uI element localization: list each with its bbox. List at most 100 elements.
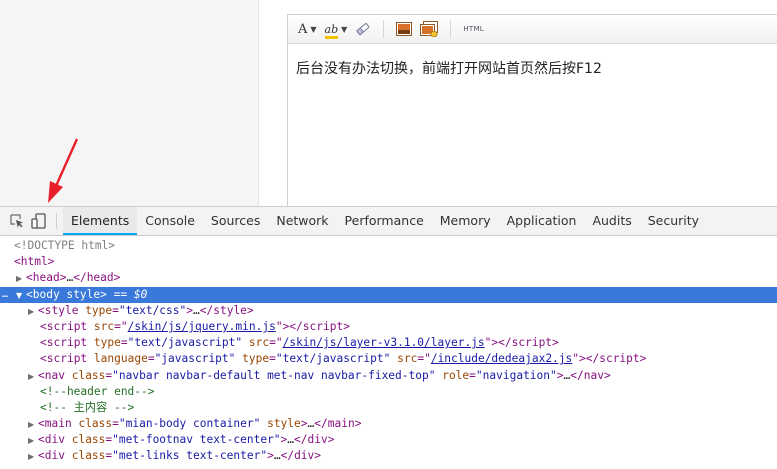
tab-audits[interactable]: Audits — [584, 207, 639, 235]
toolbar-separator — [383, 20, 385, 38]
multi-image-icon — [420, 21, 439, 37]
chevron-down-icon: ▼ — [310, 24, 317, 34]
tab-application[interactable]: Application — [499, 207, 585, 235]
attr-name: class — [71, 368, 106, 382]
devtools-panel: Elements Console Sources Network Perform… — [0, 206, 777, 469]
insert-multi-image-button[interactable] — [418, 19, 440, 39]
div-tag-name: div — [307, 433, 328, 447]
tab-performance[interactable]: Performance — [337, 207, 432, 235]
script-tag-name: script — [302, 319, 344, 333]
dom-node-nav[interactable]: ▶ <nav class="navbar navbar-default met-n… — [0, 368, 777, 384]
attr-value: "mian-body container" — [118, 417, 261, 431]
expand-triangle-icon[interactable]: ▶ — [28, 369, 38, 385]
dom-node-script-layer[interactable]: <script type="text/javascript" src="/ski… — [0, 335, 777, 351]
dom-node-script-dedeajax[interactable]: <script language="javascript" type="text… — [0, 351, 777, 367]
attr-value: "text/css" — [118, 303, 187, 317]
dom-node-comment-main-content[interactable]: <!-- 主内容 --> — [0, 400, 777, 416]
collapsed-ellipsis: … — [193, 303, 200, 317]
dom-node-body[interactable]: … ▼ <body style> == $0 — [0, 286, 777, 304]
eraser-icon — [356, 23, 370, 36]
highlight-button[interactable]: ab ▼ — [323, 19, 350, 39]
tab-console[interactable]: Console — [137, 207, 203, 235]
font-button[interactable]: A ▼ — [296, 19, 319, 39]
inspect-cursor-icon — [10, 214, 23, 228]
style-tag-name: style — [213, 303, 247, 317]
editor-content[interactable]: 后台没有办法切换，前端打开网站首页然后按F12 — [288, 44, 777, 78]
collapsed-ellipsis: … — [273, 449, 281, 463]
dom-node-comment-header-end[interactable]: <!--header end--> — [0, 384, 777, 400]
nav-tag-name: nav — [583, 368, 604, 382]
rich-text-editor[interactable]: A ▼ ab ▼ HTML 后台没有办法切换，前端打开网站首页然后按F12 — [287, 14, 777, 216]
attr-value: "javascript" — [154, 352, 236, 366]
tab-sources[interactable]: Sources — [203, 207, 268, 235]
head-tag-name: head — [86, 271, 114, 285]
attr-value: "text/javascript" — [275, 352, 391, 366]
script-src-link[interactable]: /skin/js/layer-v3.1.0/layer.js — [283, 336, 485, 349]
attr-name: style — [267, 417, 301, 431]
dom-node-style[interactable]: ▶ <style type="text/css">…</style> — [0, 303, 777, 319]
main-tag-name: main — [44, 417, 72, 431]
html-comment: <!--header end--> — [40, 384, 155, 398]
collapse-triangle-icon[interactable]: ▼ — [16, 288, 26, 304]
selected-node-marker: == $0 — [113, 287, 148, 301]
device-toolbar-button[interactable] — [28, 207, 50, 235]
attr-name: role — [442, 368, 470, 382]
dom-node-div-footnav[interactable]: ▶ <div class="met-footnav text-center">…<… — [0, 432, 777, 448]
script-src-link[interactable]: /skin/js/jquery.min.js — [128, 320, 276, 333]
editor-toolbar: A ▼ ab ▼ HTML — [288, 15, 777, 44]
html-comment: <!-- 主内容 --> — [40, 400, 135, 414]
div-tag-name: div — [44, 433, 65, 447]
dom-node-head[interactable]: ▶ <head>…</head> — [0, 270, 777, 286]
tab-security[interactable]: Security — [640, 207, 707, 235]
expand-triangle-icon[interactable]: ▶ — [28, 417, 38, 433]
attr-name: src — [93, 319, 115, 333]
attr-value: "text/javascript" — [127, 336, 243, 350]
attr-name: class — [71, 449, 106, 463]
expand-triangle-icon[interactable]: ▶ — [28, 449, 38, 465]
nav-tag-name: nav — [44, 368, 65, 382]
attr-name: src — [248, 336, 270, 350]
dom-tree: <!DOCTYPE html> <html> ▶ <head>…</head> …… — [0, 236, 777, 465]
script-tag-name: script — [46, 336, 88, 350]
head-tag-name: head — [32, 271, 60, 285]
expand-triangle-icon[interactable]: ▶ — [28, 304, 38, 320]
eraser-button[interactable] — [353, 19, 373, 39]
div-tag-name: div — [44, 449, 65, 463]
script-tag-name: script — [599, 352, 640, 366]
body-tag-name: body — [32, 287, 60, 301]
expand-triangle-icon[interactable]: ▶ — [16, 271, 26, 287]
attr-name: type — [93, 336, 121, 350]
tab-memory[interactable]: Memory — [432, 207, 499, 235]
style-tag-name: style — [44, 303, 79, 317]
attr-name: type — [85, 303, 113, 317]
script-tag-name: script — [511, 336, 553, 350]
attr-value: "met-links text-center" — [112, 449, 268, 463]
devtools-toolbar: Elements Console Sources Network Perform… — [0, 207, 777, 236]
dom-node-html[interactable]: <html> — [0, 254, 777, 270]
tab-network[interactable]: Network — [268, 207, 336, 235]
more-options-icon[interactable]: … — [2, 287, 8, 303]
expand-triangle-icon[interactable]: ▶ — [28, 433, 38, 449]
inspect-element-button[interactable] — [6, 207, 28, 235]
attr-name: class — [78, 417, 113, 431]
tab-elements[interactable]: Elements — [63, 207, 138, 235]
div-tag-name: div — [294, 449, 315, 463]
main-tag-name: main — [327, 417, 355, 431]
doctype-text: <!DOCTYPE html> — [14, 239, 116, 252]
dom-node-main[interactable]: ▶ <main class="mian-body container" style… — [0, 416, 777, 432]
script-tag-name: script — [46, 352, 88, 366]
script-tag-name: script — [46, 319, 88, 333]
dom-node-div-links[interactable]: ▶ <div class="met-links text-center">…</d… — [0, 448, 777, 464]
font-label: A — [298, 21, 308, 37]
script-src-link[interactable]: /include/dedeajax2.js — [431, 352, 572, 365]
dom-node-doctype[interactable]: <!DOCTYPE html> — [0, 238, 777, 254]
html-tag: <html> — [14, 255, 55, 269]
insert-image-button[interactable] — [394, 19, 414, 39]
dom-node-script-jquery[interactable]: <script src="/skin/js/jquery.min.js"></s… — [0, 319, 777, 335]
html-source-button[interactable]: HTML — [461, 19, 486, 39]
toolbar-separator — [450, 20, 452, 38]
attr-name: style — [66, 287, 101, 301]
attr-value: "met-footnav text-center" — [112, 433, 281, 447]
device-mode-icon — [31, 213, 46, 229]
attr-name: class — [71, 433, 106, 447]
